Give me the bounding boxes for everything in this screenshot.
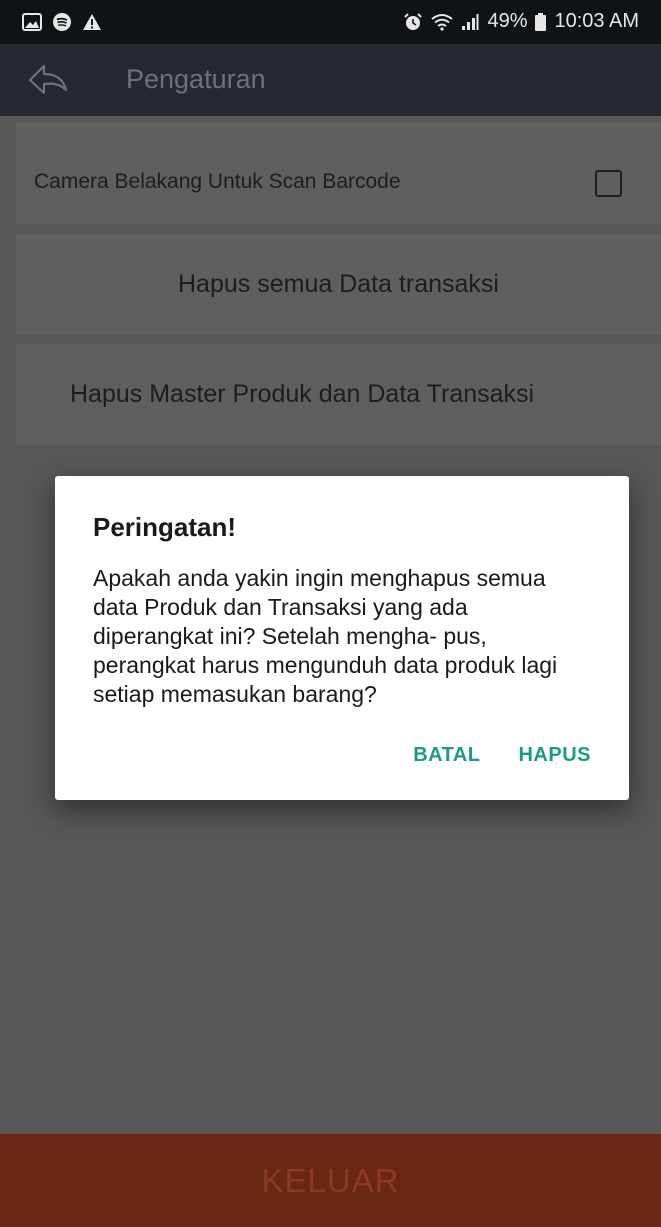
delete-transactions-button[interactable]: Hapus semua Data transaksi bbox=[16, 234, 661, 335]
camera-setting-label: Camera Belakang Untuk Scan Barcode bbox=[34, 170, 401, 193]
camera-checkbox[interactable] bbox=[595, 170, 622, 197]
dialog-title: Peringatan! bbox=[93, 512, 237, 542]
status-icons-right: 49% 10:03 AM bbox=[403, 10, 639, 33]
cancel-button[interactable]: BATAL bbox=[413, 744, 480, 767]
app-bar: Pengaturan bbox=[0, 44, 661, 116]
exit-button[interactable]: KELUAR bbox=[0, 1134, 661, 1227]
status-icons-left bbox=[22, 12, 102, 32]
image-icon bbox=[22, 13, 42, 31]
page-title: Pengaturan bbox=[126, 64, 266, 94]
delete-master-button[interactable]: Hapus Master Produk dan Data Transaksi bbox=[16, 344, 661, 445]
delete-master-label: Hapus Master Produk dan Data Transaksi bbox=[70, 380, 535, 408]
clock: 10:03 AM bbox=[554, 10, 639, 32]
battery-icon bbox=[535, 12, 547, 31]
wifi-icon bbox=[431, 13, 454, 31]
status-bar: 49% 10:03 AM bbox=[0, 0, 661, 44]
delete-transactions-label: Hapus semua Data transaksi bbox=[178, 270, 499, 298]
warning-dialog: Peringatan! Apakah anda yakin ingin meng… bbox=[55, 476, 629, 800]
dialog-message: Apakah anda yakin ingin menghapus semua … bbox=[93, 565, 558, 707]
battery-percent: 49% bbox=[487, 10, 528, 32]
signal-icon bbox=[462, 13, 479, 30]
back-arrow-icon[interactable] bbox=[26, 60, 70, 100]
warning-icon bbox=[83, 14, 101, 30]
spotify-icon bbox=[53, 13, 71, 31]
exit-label: KELUAR bbox=[261, 1162, 400, 1199]
dialog-actions: BATAL HAPUS bbox=[413, 744, 591, 767]
alarm-icon bbox=[404, 12, 423, 30]
delete-button[interactable]: HAPUS bbox=[518, 744, 591, 767]
camera-setting-row[interactable]: Camera Belakang Untuk Scan Barcode bbox=[16, 122, 661, 224]
